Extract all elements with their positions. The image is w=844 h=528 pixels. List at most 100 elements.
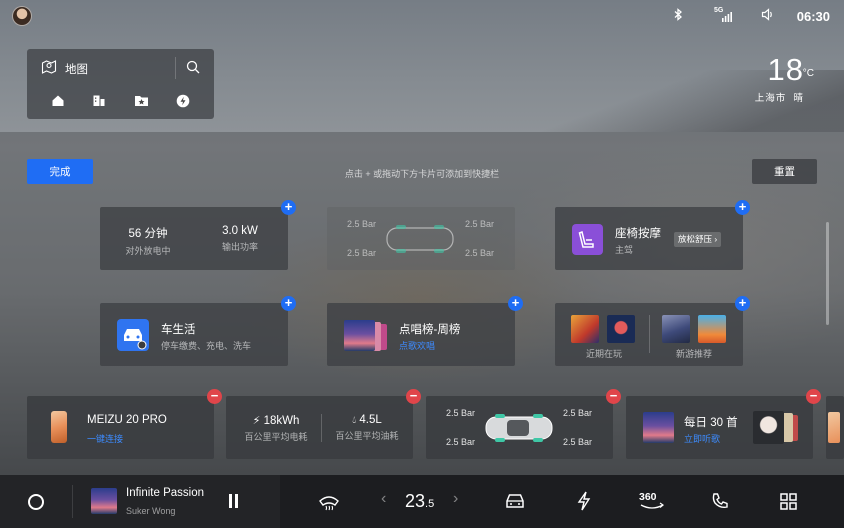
song-chart-action[interactable]: 点歌欢唱 (399, 339, 435, 352)
map-widget[interactable]: 地图 (27, 49, 214, 119)
remove-tire-card-button[interactable]: − (606, 389, 621, 404)
song-chart-card[interactable]: 点唱榜-周榜 点歌欢唱 (327, 303, 515, 366)
map-label: 地图 (65, 64, 88, 76)
car-top-view-icon (485, 414, 553, 442)
phone-image (51, 411, 67, 443)
energy-card[interactable]: ⚡︎ 18kWh 百公里平均电耗 💧︎ 4.5L 百公里平均油耗 (226, 396, 413, 459)
temperature: 18 (767, 52, 804, 87)
seat-massage-subtitle: 主驾 (615, 245, 634, 255)
games-card[interactable]: 近期在玩 新游推荐 (555, 303, 743, 366)
quick-tire-pressure-card[interactable]: 2.5 Bar 2.5 Bar 2.5 Bar 2.5 Bar (426, 396, 613, 459)
seat-icon (572, 224, 603, 255)
output-power: 3.0 kW (222, 225, 258, 237)
massage-mode-label: 放松舒压 (678, 234, 713, 244)
game-thumbnail[interactable] (571, 315, 599, 343)
discharge-card[interactable]: 56 分钟 对外放电中 3.0 kW 输出功率 (100, 207, 288, 270)
discharge-duration: 56 分钟 (128, 228, 168, 240)
game-thumbnail[interactable] (698, 315, 726, 343)
tire-fl: 2.5 Bar (347, 219, 377, 229)
search-icon[interactable] (186, 60, 200, 79)
weather-widget[interactable]: 18 °C 上海市 晴 (754, 52, 814, 104)
add-seat-massage-button[interactable]: + (735, 200, 750, 215)
map-icon (41, 59, 57, 79)
new-games-label: 新游推荐 (676, 349, 713, 359)
massage-mode-button[interactable]: 放松舒压 › (674, 232, 722, 247)
game-thumbnail[interactable] (662, 315, 690, 343)
remove-energy-card-button[interactable]: − (406, 389, 421, 404)
add-games-button[interactable]: + (735, 296, 750, 311)
bluetooth-icon (672, 8, 684, 21)
temperature-setting[interactable]: 23.5 (405, 491, 434, 512)
apps-grid-icon[interactable] (780, 493, 797, 515)
view-360-icon[interactable]: 360 (639, 489, 665, 513)
home-icon[interactable] (51, 94, 65, 113)
tire-fl: 2.5 Bar (446, 408, 476, 418)
charging-icon[interactable] (176, 94, 190, 113)
car-icon[interactable] (505, 492, 525, 515)
car-life-subtitle: 停车缴费、充电、洗车 (161, 341, 252, 351)
divider (72, 485, 73, 518)
remove-daily-songs-button[interactable]: − (806, 389, 821, 404)
daily-songs-action[interactable]: 立即听歌 (684, 432, 720, 445)
chevron-right-icon[interactable]: › (453, 490, 458, 508)
weather-condition: 晴 (793, 93, 804, 104)
album-cover (643, 412, 674, 443)
fuel-consumption: 4.5L (359, 414, 382, 426)
add-discharge-card-button[interactable]: + (281, 200, 296, 215)
home-circle-icon[interactable] (28, 494, 44, 510)
electric-consumption: 18kWh (263, 415, 300, 427)
user-avatar[interactable] (12, 6, 32, 26)
artist-cover (753, 411, 784, 444)
tire-rr: 2.5 Bar (465, 248, 495, 258)
tire-fr: 2.5 Bar (465, 219, 495, 229)
daily-songs-card[interactable]: 每日 30 首 立即听歌 (626, 396, 813, 459)
pause-icon[interactable] (228, 494, 238, 508)
lightning-icon: ⚡︎ (252, 415, 261, 427)
edit-hint: 点击 + 或拖动下方卡片可添加到快捷栏 (344, 169, 500, 179)
track-title: Infinite Passion (126, 487, 204, 499)
volume-icon[interactable] (761, 8, 775, 21)
city: 上海市 (754, 93, 787, 104)
add-car-life-button[interactable]: + (281, 296, 296, 311)
track-artist: Suker Wong (126, 506, 176, 516)
car-top-view-icon (386, 225, 454, 253)
lightning-icon[interactable] (577, 491, 591, 516)
seat-massage-card[interactable]: 座椅按摩 主驾 放松舒压 › (555, 207, 743, 270)
clock: 06:30 (796, 9, 830, 24)
phone-icon[interactable] (711, 492, 729, 515)
temperature-int: 23 (405, 491, 426, 511)
car-life-icon (117, 319, 149, 351)
phone-title: MEIZU 20 PRO (87, 414, 167, 426)
electric-consumption-label: 百公里平均电耗 (244, 432, 308, 442)
song-chart-title: 点唱榜-周榜 (399, 324, 461, 336)
chevron-left-icon[interactable]: ‹ (381, 490, 386, 508)
reset-button[interactable]: 重置 (752, 159, 817, 184)
temperature-unit: °C (802, 68, 814, 79)
scrollbar[interactable] (826, 222, 829, 325)
album-cover (344, 320, 375, 351)
remove-phone-card-button[interactable]: − (207, 389, 222, 404)
seat-massage-title: 座椅按摩 (615, 228, 661, 240)
game-thumbnail[interactable] (607, 315, 635, 343)
fuel-drop-icon: 💧︎ (352, 415, 357, 426)
favorites-icon[interactable] (134, 94, 149, 113)
tire-fr: 2.5 Bar (563, 408, 593, 418)
phone-connect-action[interactable]: 一键连接 (87, 432, 123, 445)
divider (649, 315, 650, 353)
chevron-right-icon: › (714, 234, 718, 244)
phone-image (828, 412, 840, 443)
recent-games-label: 近期在玩 (586, 349, 623, 359)
tire-rr: 2.5 Bar (563, 437, 593, 447)
car-life-card[interactable]: 车生活 停车缴费、充电、洗车 (100, 303, 288, 366)
divider (175, 57, 176, 79)
next-card-peek[interactable] (826, 396, 844, 459)
divider (321, 414, 322, 442)
daily-songs-title: 每日 30 首 (684, 417, 738, 429)
now-playing-cover[interactable] (91, 488, 117, 514)
tire-rl: 2.5 Bar (347, 248, 377, 258)
defrost-icon[interactable] (318, 491, 340, 516)
office-icon[interactable] (92, 94, 106, 113)
tire-pressure-card[interactable]: 2.5 Bar 2.5 Bar 2.5 Bar 2.5 Bar (327, 207, 515, 270)
add-song-chart-button[interactable]: + (508, 296, 523, 311)
phone-card[interactable]: MEIZU 20 PRO 一键连接 (27, 396, 214, 459)
